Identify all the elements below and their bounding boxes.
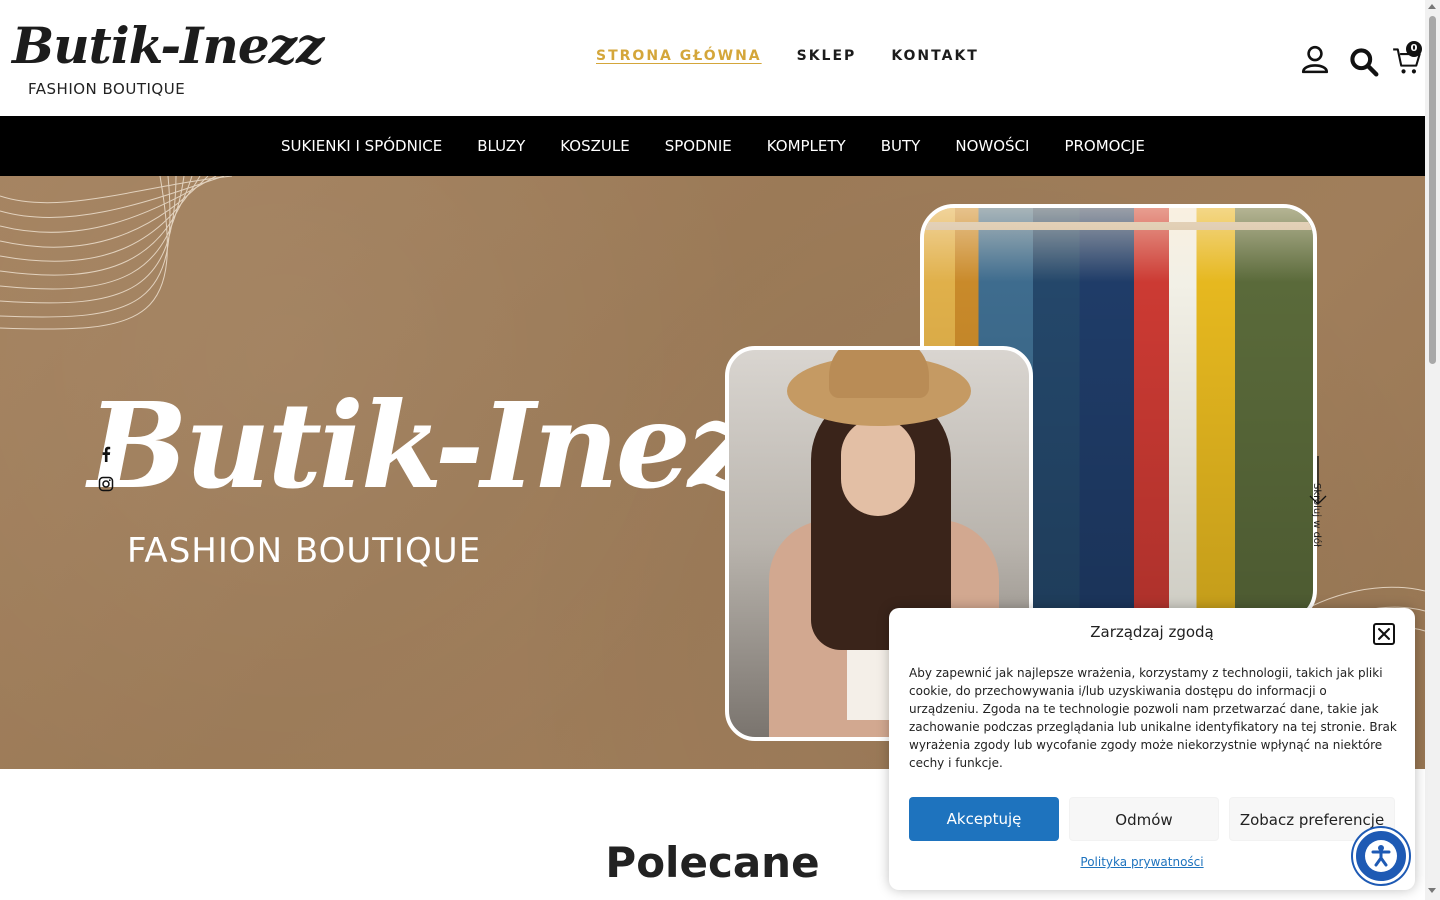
cookie-consent-dialog: Zarządzaj zgodą Aby zapewnić jak najleps… bbox=[889, 608, 1415, 890]
page-scrollbar[interactable] bbox=[1425, 0, 1440, 900]
category-pants[interactable]: SPODNIE bbox=[665, 137, 732, 155]
hero-logo-subtitle: FASHION BOUTIQUE bbox=[127, 531, 482, 571]
nav-link-shop[interactable]: SKLEP bbox=[797, 48, 857, 64]
accessibility-icon bbox=[1365, 840, 1397, 872]
nav-link-contact[interactable]: KONTAKT bbox=[891, 48, 979, 64]
facebook-icon[interactable] bbox=[98, 446, 114, 462]
woman-face bbox=[841, 418, 915, 516]
scroll-down-arrow-small-icon[interactable] bbox=[1428, 888, 1436, 893]
scroll-down-label[interactable]: Skroluj w dół bbox=[1311, 483, 1322, 547]
category-sale[interactable]: PROMOCJE bbox=[1064, 137, 1144, 155]
category-shoes[interactable]: BUTY bbox=[881, 137, 921, 155]
logo-subtitle: FASHION BOUTIQUE bbox=[28, 80, 186, 98]
site-logo[interactable]: Butik-Inezz FASHION BOUTIQUE bbox=[12, 14, 324, 104]
woman-hat-crown bbox=[829, 350, 929, 398]
decorative-lines bbox=[0, 176, 233, 330]
consent-title: Zarządzaj zgodą bbox=[1090, 623, 1214, 641]
privacy-policy-link[interactable]: Polityka prywatności bbox=[889, 855, 1395, 869]
scroll-up-arrow-icon[interactable] bbox=[1428, 4, 1436, 9]
cart-count-badge: 0 bbox=[1406, 41, 1422, 57]
consent-text: Aby zapewnić jak najlepsze wrażenia, kor… bbox=[909, 666, 1397, 770]
instagram-icon[interactable] bbox=[98, 476, 114, 492]
site-header: Butik-Inezz FASHION BOUTIQUE STRONA GŁÓW… bbox=[0, 0, 1425, 116]
user-icon[interactable] bbox=[1300, 44, 1330, 74]
logo-script: Butik-Inezz bbox=[12, 16, 324, 75]
category-sets[interactable]: KOMPLETY bbox=[767, 137, 846, 155]
category-shirts[interactable]: KOSZULE bbox=[560, 137, 629, 155]
page: Butik-Inezz FASHION BOUTIQUE STRONA GŁÓW… bbox=[0, 0, 1440, 900]
close-icon[interactable] bbox=[1373, 623, 1395, 645]
main-nav: STRONA GŁÓWNA SKLEP KONTAKT bbox=[596, 48, 979, 64]
nav-link-home[interactable]: STRONA GŁÓWNA bbox=[596, 48, 762, 64]
category-dresses-skirts[interactable]: SUKIENKI I SPÓDNICE bbox=[281, 137, 442, 155]
category-new[interactable]: NOWOŚCI bbox=[955, 137, 1029, 155]
accept-button[interactable]: Akceptuję bbox=[909, 797, 1059, 841]
category-menu: SUKIENKI I SPÓDNICE BLUZY KOSZULE SPODNI… bbox=[281, 116, 1145, 176]
category-sweatshirts[interactable]: BLUZY bbox=[477, 137, 525, 155]
deny-button[interactable]: Odmów bbox=[1069, 797, 1219, 841]
scrollbar-thumb[interactable] bbox=[1429, 16, 1436, 364]
social-links bbox=[98, 446, 116, 506]
hero-logo-script: Butik-Inezz bbox=[88, 376, 819, 515]
search-icon[interactable] bbox=[1349, 47, 1379, 77]
category-bar: SUKIENKI I SPÓDNICE BLUZY KOSZULE SPODNI… bbox=[0, 116, 1425, 176]
accessibility-button[interactable] bbox=[1353, 828, 1409, 884]
